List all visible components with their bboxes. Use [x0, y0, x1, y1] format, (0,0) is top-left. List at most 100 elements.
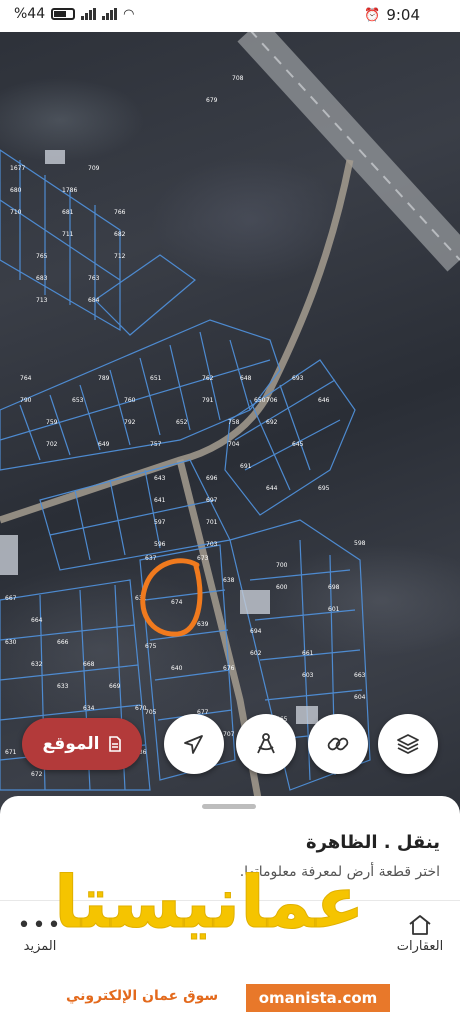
parcel-label[interactable]: 651: [150, 375, 162, 382]
link-button[interactable]: [308, 714, 368, 774]
battery-percent: %44: [14, 6, 46, 22]
parcel-label[interactable]: 637: [145, 555, 157, 562]
navigate-button[interactable]: [164, 714, 224, 774]
satellite-map[interactable]: 1677 1786 766 765 763 764 762 760 759 758 757 693 69…: [0, 0, 460, 820]
layers-button[interactable]: [378, 714, 438, 774]
parcel-label[interactable]: 639: [197, 621, 209, 628]
measure-button[interactable]: [236, 714, 296, 774]
parcel-label[interactable]: 693: [292, 375, 304, 382]
parcel-label[interactable]: 641: [154, 497, 166, 504]
parcel-label[interactable]: 598: [354, 540, 366, 547]
parcel-label[interactable]: 668: [83, 661, 95, 668]
parcel-label[interactable]: 632: [31, 661, 43, 668]
parcel-label[interactable]: 762: [202, 375, 214, 382]
alarm-icon: ⏰: [364, 7, 381, 23]
parcel-label[interactable]: 701: [206, 519, 218, 526]
parcel-label[interactable]: 679: [206, 97, 218, 104]
sheet-drag-handle[interactable]: [202, 804, 256, 809]
parcel-label[interactable]: 645: [292, 441, 304, 448]
navigate-icon: [184, 735, 203, 754]
parcel-label[interactable]: 671: [5, 749, 17, 756]
parcel-label[interactable]: 648: [240, 375, 252, 382]
parcel-label[interactable]: 653: [72, 397, 84, 404]
parcel-label[interactable]: 664: [31, 617, 43, 624]
parcel-label[interactable]: 696: [206, 475, 218, 482]
parcel-label[interactable]: 640: [171, 665, 183, 672]
parcel-label[interactable]: 674: [171, 599, 183, 606]
parcel-label[interactable]: 695: [318, 485, 330, 492]
parcel-label[interactable]: 765: [36, 253, 48, 260]
parcel-label[interactable]: 760: [124, 397, 136, 404]
parcel-label[interactable]: 646: [318, 397, 330, 404]
parcel-label[interactable]: 702: [46, 441, 58, 448]
parcel-label[interactable]: 698: [328, 584, 340, 591]
parcel-label[interactable]: 697: [206, 497, 218, 504]
signal-icon: [81, 8, 97, 20]
parcel-label[interactable]: 712: [114, 253, 126, 260]
parcel-label[interactable]: 643: [154, 475, 166, 482]
parcel-label[interactable]: 682: [114, 231, 126, 238]
parcel-label[interactable]: 669: [109, 683, 121, 690]
parcel-label[interactable]: 673: [197, 555, 209, 562]
parcel-label[interactable]: 705: [145, 709, 157, 716]
parcel-label[interactable]: 601: [328, 606, 340, 613]
parcel-label[interactable]: 694: [250, 628, 262, 635]
parcel-label[interactable]: 638: [223, 577, 235, 584]
parcel-label[interactable]: 652: [176, 419, 188, 426]
parcel-label[interactable]: 602: [250, 650, 262, 657]
parcel-label[interactable]: 792: [124, 419, 136, 426]
parcel-label[interactable]: 764: [20, 375, 32, 382]
parcel-label[interactable]: 604: [354, 694, 366, 701]
parcel-label[interactable]: 791: [202, 397, 214, 404]
parcel-label[interactable]: 683: [36, 275, 48, 282]
parcel-label[interactable]: 790: [20, 397, 32, 404]
parcel-label[interactable]: 596: [154, 541, 166, 548]
location-button[interactable]: الموقع: [22, 718, 142, 770]
parcel-label[interactable]: 789: [98, 375, 110, 382]
parcel-label[interactable]: 708: [232, 75, 244, 82]
parcel-label[interactable]: 680: [10, 187, 22, 194]
parcel-label[interactable]: 711: [62, 231, 74, 238]
parcel-label[interactable]: 666: [57, 639, 69, 646]
parcel-label[interactable]: 766: [114, 209, 126, 216]
parcel-label[interactable]: 709: [88, 165, 100, 172]
parcel-label[interactable]: 675: [145, 643, 157, 650]
parcel-label[interactable]: 707: [223, 731, 235, 738]
parcel-label[interactable]: 700: [276, 562, 288, 569]
parcel-label[interactable]: 1786: [62, 187, 77, 194]
parcel-label[interactable]: 634: [83, 705, 95, 712]
parcel-label[interactable]: 600: [276, 584, 288, 591]
parcel-label[interactable]: 644: [266, 485, 278, 492]
parcel-label[interactable]: 1677: [10, 165, 25, 172]
parcel-label[interactable]: 691: [240, 463, 252, 470]
parcel-label[interactable]: 597: [154, 519, 166, 526]
parcel-label[interactable]: 649: [98, 441, 110, 448]
parcel-label[interactable]: 713: [36, 297, 48, 304]
parcel-label[interactable]: 667: [5, 595, 17, 602]
parcel-label[interactable]: 681: [62, 209, 74, 216]
parcel-label[interactable]: 661: [302, 650, 314, 657]
parcel-label[interactable]: 650: [254, 397, 266, 404]
parcel-label[interactable]: 633: [57, 683, 69, 690]
parcel-label[interactable]: 663: [354, 672, 366, 679]
parcel-label[interactable]: 704: [228, 441, 240, 448]
watermark-tagline: سوق عمان الإلكتروني: [66, 988, 219, 1004]
watermark-url: omanista.com: [246, 984, 390, 1012]
parcel-label[interactable]: 763: [88, 275, 100, 282]
parcel-label[interactable]: 672: [31, 771, 43, 778]
parcel-label[interactable]: 706: [266, 397, 278, 404]
parcel-label[interactable]: 676: [223, 665, 235, 672]
layers-icon: [397, 734, 419, 754]
parcel-label[interactable]: 759: [46, 419, 58, 426]
nav-item-properties[interactable]: العقارات: [380, 911, 460, 954]
sheet-title: ينقل . الظاهرة: [305, 832, 440, 853]
parcel-label[interactable]: 630: [5, 639, 17, 646]
parcel-label[interactable]: 758: [228, 419, 240, 426]
parcel-label[interactable]: 710: [10, 209, 22, 216]
parcel-label[interactable]: 703: [206, 541, 218, 548]
parcel-label[interactable]: 692: [266, 419, 278, 426]
status-bar: %44 ◠ ⏰ 9:04: [0, 0, 460, 32]
parcel-label[interactable]: 757: [150, 441, 162, 448]
parcel-label[interactable]: 684: [88, 297, 100, 304]
parcel-label[interactable]: 603: [302, 672, 314, 679]
